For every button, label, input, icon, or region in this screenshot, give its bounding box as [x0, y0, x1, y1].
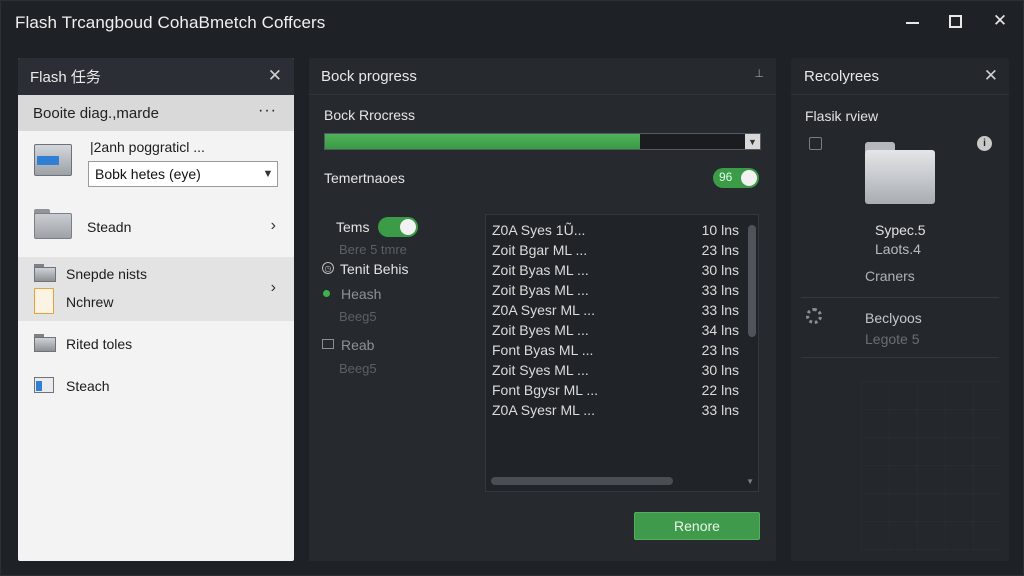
option-bere: Bere 5 tmre: [339, 242, 407, 257]
list-item[interactable]: Zoit Byas ML ... 33 lns: [492, 282, 747, 302]
right-panel-close-icon[interactable]: ✕: [984, 66, 998, 86]
option-heash[interactable]: Heash: [341, 286, 381, 302]
info-icon[interactable]: i: [977, 136, 992, 151]
right-panel-title: Recolyrees: [804, 67, 880, 85]
left-item-snepde-label: Snepde nists: [66, 266, 147, 282]
chevron-down-icon[interactable]: ▼: [745, 134, 760, 149]
list-item[interactable]: Font Byas ML ... 23 lns: [492, 342, 747, 362]
document-icon: [34, 144, 72, 178]
toggle-knob: [400, 219, 416, 235]
left-item-rited-label: Rited toles: [66, 336, 133, 352]
option-reab[interactable]: Reab: [341, 337, 374, 353]
middle-panel-title: Bock progress: [321, 67, 417, 85]
option-beeg-1: Beeg5: [339, 309, 377, 324]
chevron-right-icon: ›: [270, 279, 276, 296]
toggle-knob: [741, 170, 757, 186]
left-item-rited[interactable]: Rited toles: [18, 329, 294, 359]
list-icon: [322, 339, 334, 349]
chevron-right-icon: ›: [270, 217, 276, 234]
right-panel-header: Recolyrees ✕: [791, 58, 1009, 95]
right-divider: [801, 297, 999, 298]
minimize-button[interactable]: [899, 9, 925, 33]
left-panel-header: Flash 任务 ✕: [18, 58, 294, 95]
right-divider-2: [801, 357, 999, 358]
chevron-down-icon: ▼: [262, 168, 274, 180]
subheader-label: Booite diag.,marde: [33, 104, 159, 122]
folder-icon: [34, 209, 72, 239]
setting-toggle-value: 96: [719, 170, 733, 184]
setting-label: Temertnaoes: [324, 170, 405, 186]
pin-icon[interactable]: ⊥: [754, 67, 764, 80]
file-list[interactable]: Z0A Syes 1Ũ... 10 lns Zoit Bgar ML ... 23 …: [485, 214, 759, 492]
section-label: Beclyoos: [865, 310, 922, 326]
list-item[interactable]: Z0A Syesr ML ... 33 lns: [492, 302, 747, 322]
folder-icon: [34, 264, 56, 282]
option-tems: Tems: [336, 219, 370, 235]
list-item[interactable]: Zoit Bgar ML ... 23 lns: [492, 242, 747, 262]
progress-label: Bock Rrocress: [324, 107, 416, 123]
minimize-icon: [905, 22, 919, 24]
left-item-program-title: |2anh poggraticl ...: [90, 139, 205, 155]
middle-panel-header: Bock progress ⊥: [309, 58, 776, 95]
vertical-scrollbar[interactable]: [748, 225, 756, 337]
select-value: Bobk hetes (eye): [95, 166, 201, 182]
file-line-3: Craners: [865, 268, 915, 284]
file-line-2: Laots.4: [875, 241, 921, 257]
window-title: Flash Trcangboud CohaBmetch Coffcers: [15, 13, 326, 32]
option-tenit[interactable]: Tenit Behis: [340, 261, 408, 277]
left-item-snepde[interactable]: Snepde nists Nchrew ›: [18, 257, 294, 321]
more-options-icon[interactable]: ···: [258, 102, 277, 120]
progress-fill: [325, 134, 640, 149]
preview-title: Flasik rview: [805, 108, 879, 124]
status-dot-icon: [323, 290, 330, 297]
maximize-button[interactable]: [942, 9, 968, 33]
tems-toggle[interactable]: [378, 217, 418, 237]
preview-folder-icon: [865, 142, 935, 204]
section-sub: Legote 5: [865, 331, 920, 347]
left-item-steach[interactable]: Steach: [18, 371, 294, 401]
left-item-steadn-label: Steadn: [87, 219, 132, 235]
scroll-down-icon[interactable]: ▼: [746, 477, 754, 486]
setting-toggle[interactable]: 96: [713, 168, 759, 188]
left-item-nchrew-label: Nchrew: [66, 294, 114, 310]
file-line-1: Sypec.5: [875, 222, 926, 238]
list-item[interactable]: Z0A Syes 1Ũ... 10 lns: [492, 222, 747, 242]
horizontal-scrollbar[interactable]: [491, 477, 673, 485]
background-grid: [861, 381, 1001, 551]
remove-button[interactable]: Renore: [634, 512, 760, 540]
left-panel-title: Flash 任务: [30, 69, 101, 86]
left-item-steach-label: Steach: [66, 378, 110, 394]
clock-icon: ◷: [322, 262, 334, 274]
close-window-button[interactable]: ✕: [987, 9, 1013, 33]
app-window: Flash Trcangboud CohaBmetch Coffcers ✕ F…: [0, 0, 1024, 576]
option-beeg-2: Beeg5: [339, 361, 377, 376]
stack-icon: [34, 334, 56, 352]
list-item[interactable]: Font Bgysr ML ... 22 lns: [492, 382, 747, 402]
left-item-select[interactable]: Bobk hetes (eye) ▼: [88, 161, 278, 187]
left-panel-close-icon[interactable]: ✕: [268, 66, 282, 86]
list-item[interactable]: Zoit Byes ML ... 34 lns: [492, 322, 747, 342]
close-icon: ✕: [992, 11, 1008, 30]
folder-blue-icon: [34, 377, 54, 393]
title-bar: Flash Trcangboud CohaBmetch Coffcers ✕: [1, 1, 1024, 45]
list-item[interactable]: Zoit Byas ML ... 30 lns: [492, 262, 747, 282]
left-panel-subheader[interactable]: Booite diag.,marde ···: [18, 95, 294, 131]
list-item[interactable]: Z0A Syesr ML ... 33 lns: [492, 402, 747, 422]
progress-bar: ▼: [324, 133, 761, 150]
left-item-steadn[interactable]: Steadn ›: [18, 201, 294, 253]
calendar-icon[interactable]: [809, 137, 822, 150]
maximize-icon: [948, 14, 962, 28]
note-icon: [34, 288, 54, 314]
gear-icon[interactable]: [806, 308, 822, 324]
list-item[interactable]: Zoit Syes ML ... 30 lns: [492, 362, 747, 382]
